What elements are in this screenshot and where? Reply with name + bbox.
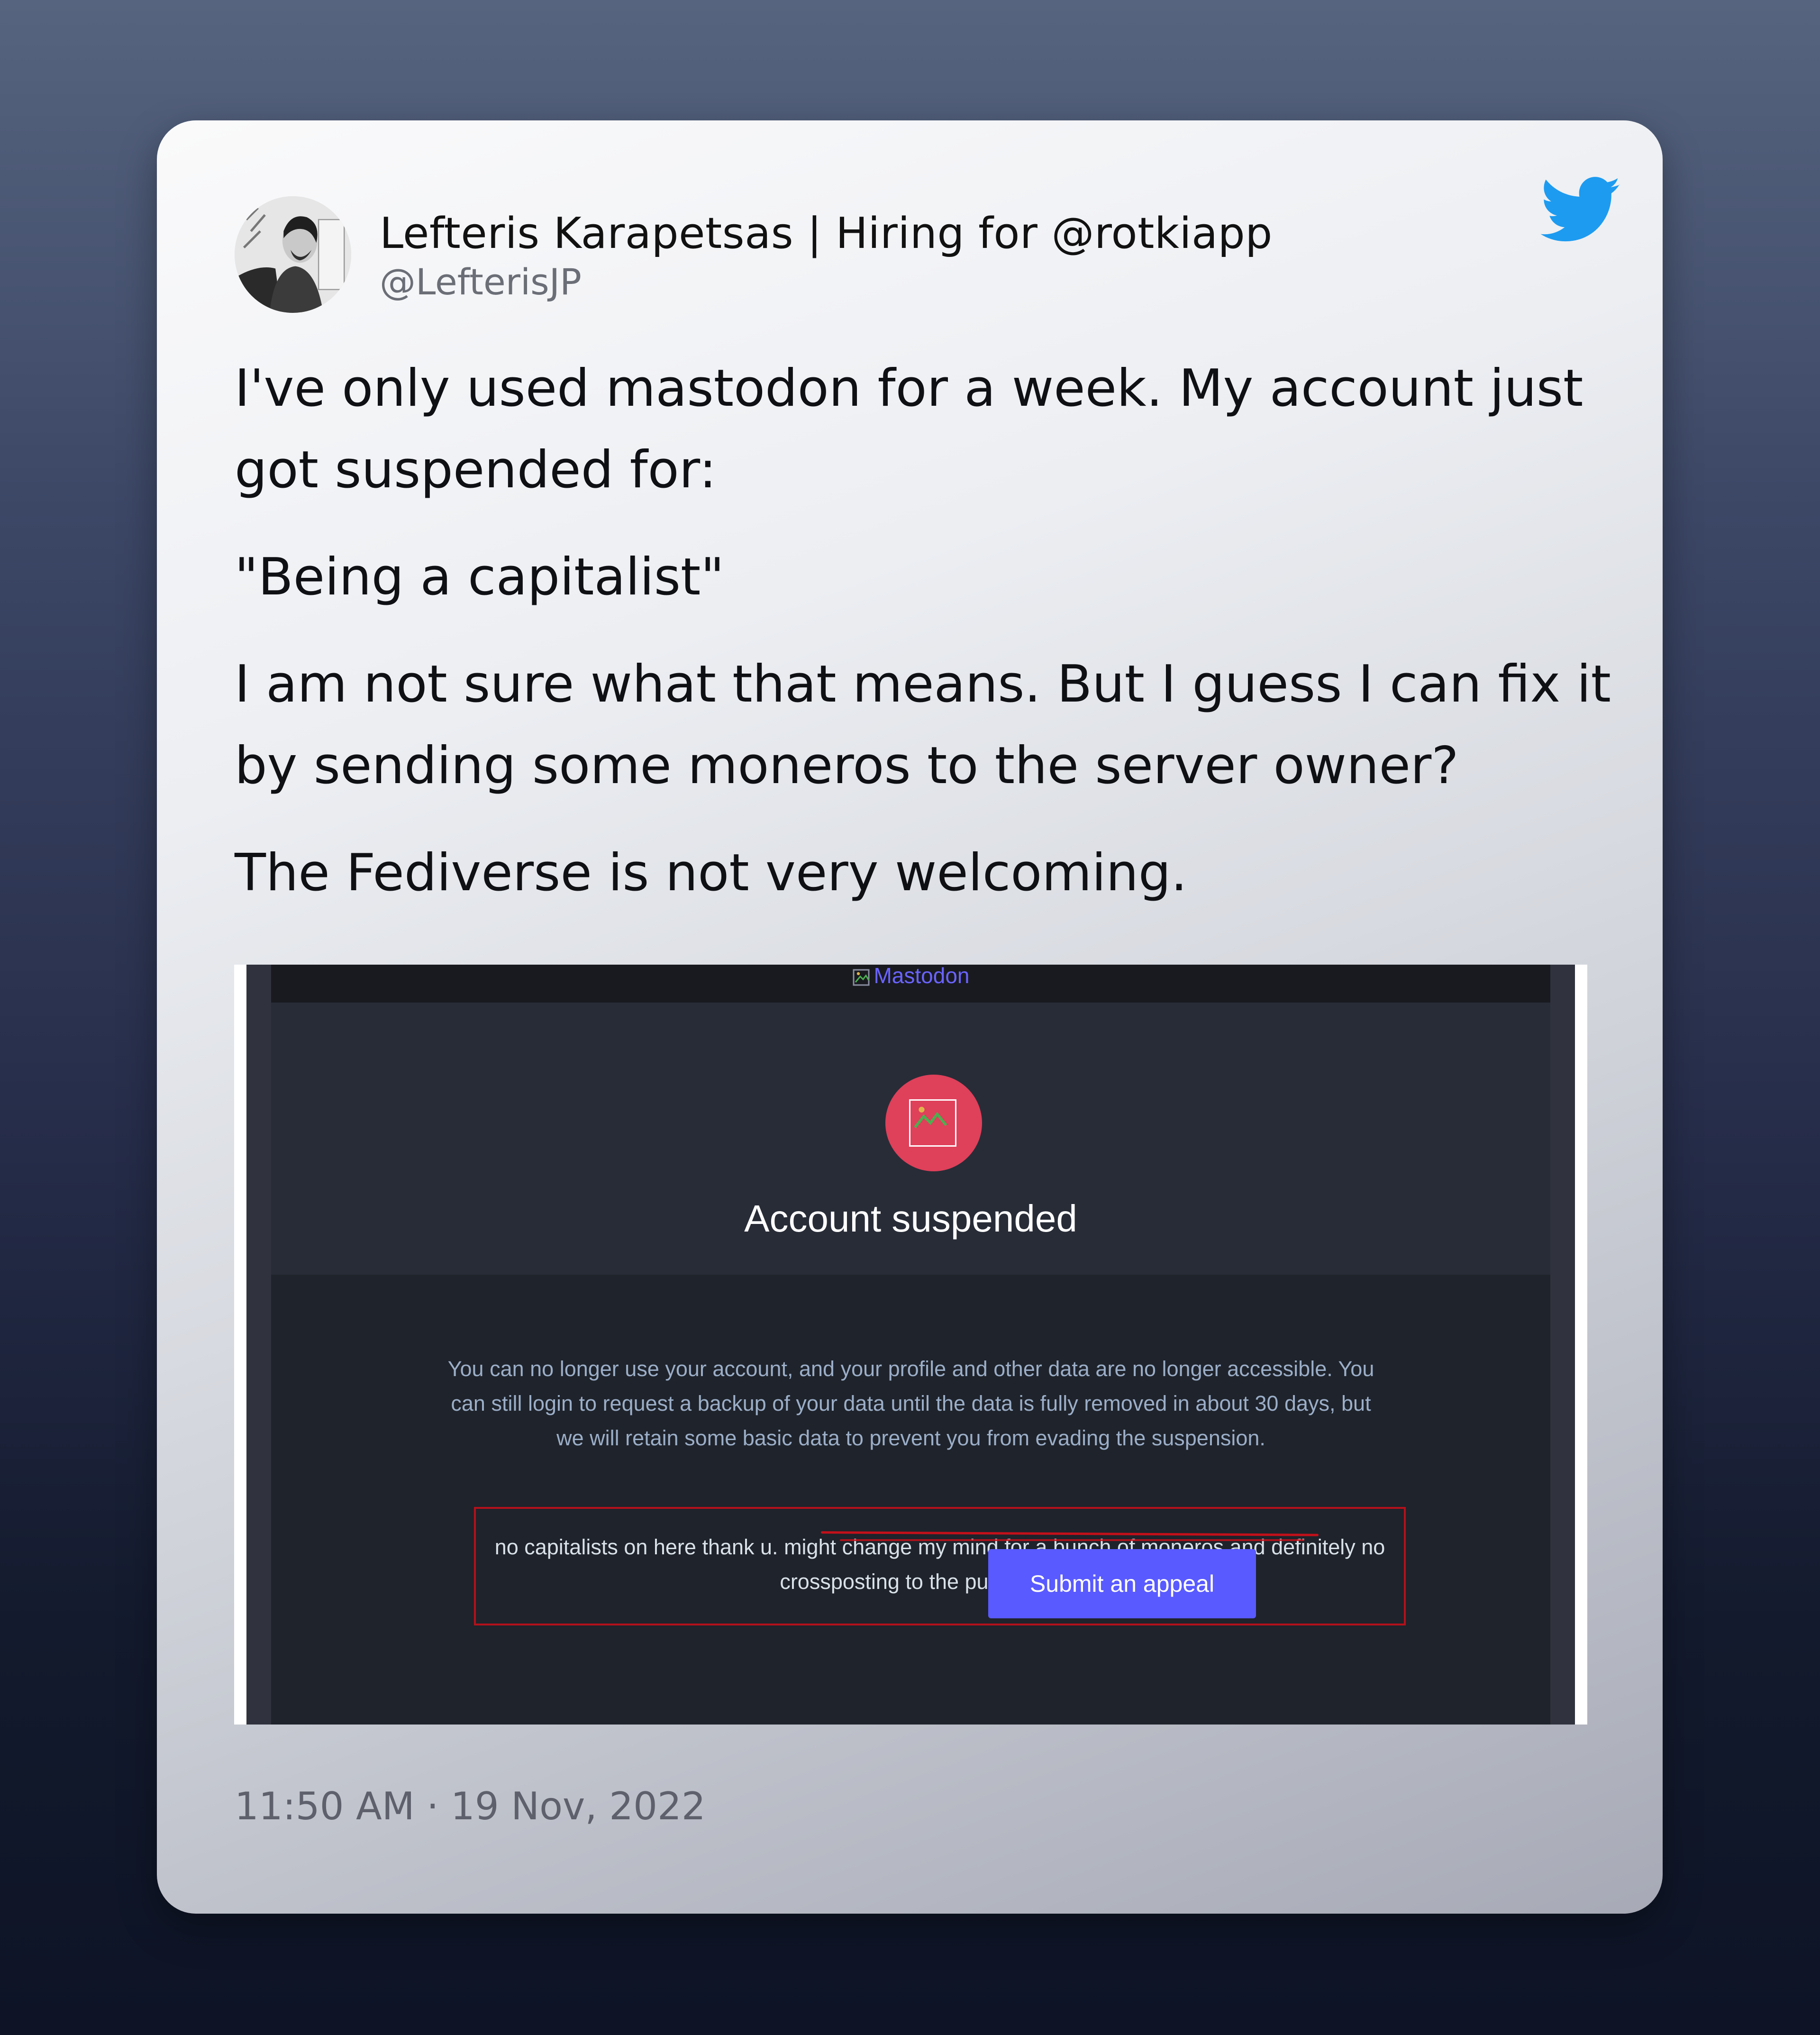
frame-border-left: [246, 965, 271, 1725]
user-handle[interactable]: @LefterisJP: [380, 261, 582, 303]
page-background: { "tweet": { "display_name": "Lefteris K…: [0, 0, 1820, 2035]
tweet-timestamp[interactable]: 11:50 AM · 19 Nov, 2022: [235, 1784, 706, 1828]
mastodon-logo[interactable]: Mastodon: [271, 965, 1550, 988]
broken-image-icon: [909, 1099, 956, 1147]
attached-screenshot[interactable]: Mastodon Account suspended You can no lo…: [234, 965, 1587, 1725]
mastodon-email-frame: Mastodon Account suspended You can no lo…: [246, 965, 1575, 1725]
frame-border-right: [1550, 965, 1575, 1725]
mastodon-logo-alt: Mastodon: [874, 965, 970, 988]
tweet-paragraph: I've only used mastodon for a week. My a…: [235, 359, 1583, 500]
tweet-paragraph: "Being a capitalist": [235, 548, 725, 607]
twitter-bird-icon: [1541, 176, 1621, 246]
display-name[interactable]: Lefteris Karapetsas | Hiring for @rotkia…: [380, 209, 1273, 258]
tweet-body: I've only used mastodon for a week. My a…: [235, 348, 1619, 940]
user-avatar[interactable]: [235, 196, 351, 313]
suspension-title: Account suspended: [744, 1197, 1077, 1240]
suspension-body: You can no longer use your account, and …: [271, 1275, 1550, 1725]
red-underline-mark: [840, 1539, 1304, 1541]
suspension-reason-box: no capitalists on here thank u. might ch…: [474, 1507, 1406, 1625]
tweet-paragraph: I am not sure what that means. But I gue…: [235, 655, 1611, 795]
submit-appeal-button[interactable]: Submit an appeal: [988, 1549, 1256, 1618]
avatar-sketch-icon: [235, 196, 351, 313]
tweet-paragraph: The Fediverse is not very welcoming.: [235, 843, 1187, 903]
tweet-card: Lefteris Karapetsas | Hiring for @rotkia…: [157, 120, 1663, 1914]
mastodon-topbar: Mastodon: [271, 965, 1550, 1003]
broken-image-icon: [852, 967, 873, 988]
suspension-description: You can no longer use your account, and …: [447, 1357, 1374, 1450]
suspension-header: Account suspended: [271, 1003, 1550, 1275]
warning-badge-icon: [885, 1075, 982, 1171]
